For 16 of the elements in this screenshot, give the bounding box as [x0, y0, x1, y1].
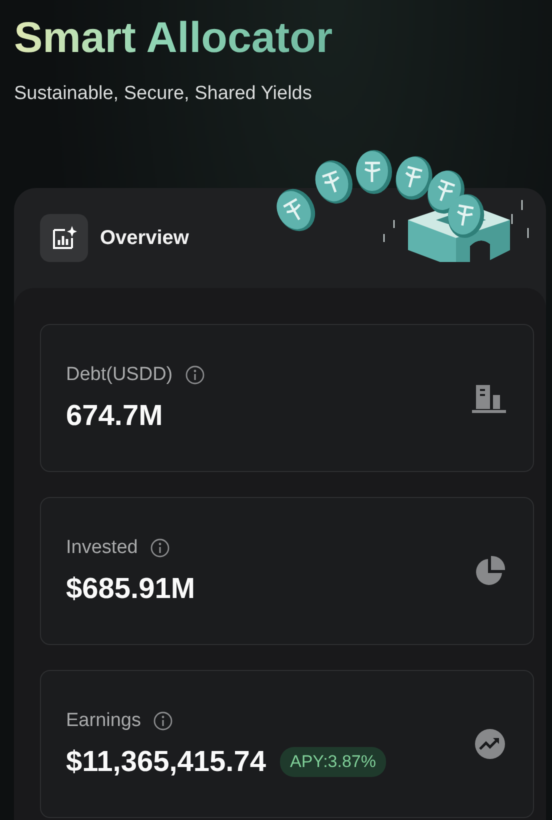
- apy-badge: APY:3.87%: [280, 747, 386, 777]
- overview-title: Overview: [100, 226, 189, 250]
- info-icon[interactable]: [153, 710, 173, 730]
- building-icon: [472, 383, 506, 413]
- stat-label: Invested: [66, 536, 138, 558]
- pie-chart-icon: [474, 555, 506, 587]
- info-icon[interactable]: [184, 364, 205, 384]
- stat-value: $11,365,415.74: [66, 746, 266, 778]
- stat-value: $685.91M: [66, 572, 195, 606]
- info-icon[interactable]: [150, 538, 170, 558]
- stat-label: Debt(USDD): [66, 364, 173, 386]
- stat-label: Earnings: [66, 710, 141, 732]
- stat-value: 674.7M: [66, 400, 163, 432]
- trend-up-icon: [474, 728, 506, 760]
- chart-icon: [40, 214, 88, 262]
- page-subtitle: Sustainable, Secure, Shared Yields: [14, 82, 313, 106]
